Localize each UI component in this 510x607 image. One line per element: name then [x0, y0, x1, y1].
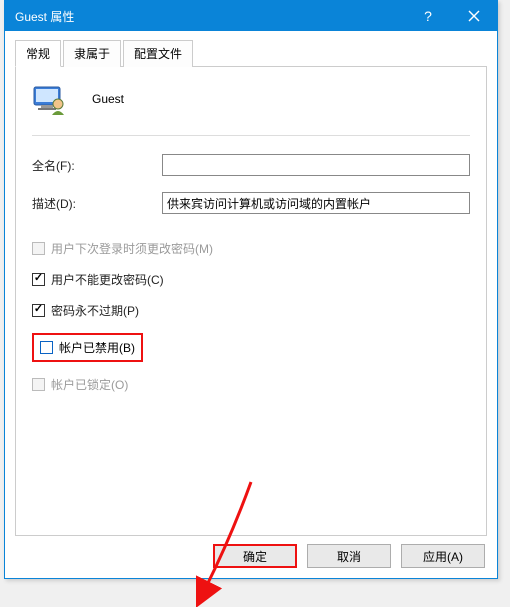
apply-button[interactable]: 应用(A) [401, 544, 485, 568]
dialog-buttons: 确定 取消 应用(A) [15, 544, 487, 568]
username-label: Guest [92, 92, 124, 106]
check-label: 用户不能更改密码(C) [51, 271, 164, 288]
checkbox-icon [32, 242, 45, 255]
checkbox-icon [32, 273, 45, 286]
identity-row: Guest [32, 81, 470, 117]
close-icon [468, 10, 480, 22]
tabstrip: 常规 隶属于 配置文件 [15, 39, 487, 66]
checkbox-icon [32, 304, 45, 317]
client-area: 常规 隶属于 配置文件 Guest [5, 31, 497, 578]
tab-general[interactable]: 常规 [15, 40, 61, 67]
check-label: 帐户已禁用(B) [59, 339, 135, 356]
description-label: 描述(D): [32, 195, 162, 212]
check-label: 用户下次登录时须更改密码(M) [51, 240, 213, 257]
properties-dialog: Guest 属性 ? 常规 隶属于 配置文件 [4, 0, 498, 579]
ok-button[interactable]: 确定 [213, 544, 297, 568]
checkbox-group: 用户下次登录时须更改密码(M) 用户不能更改密码(C) 密码永不过期(P) 帐户… [32, 240, 470, 393]
check-password-never-expires[interactable]: 密码永不过期(P) [32, 302, 470, 319]
close-button[interactable] [451, 1, 497, 31]
highlight-account-disabled: 帐户已禁用(B) [32, 333, 143, 362]
check-account-locked: 帐户已锁定(O) [32, 376, 470, 393]
checkbox-icon[interactable] [40, 341, 53, 354]
titlebar-buttons: ? [405, 1, 497, 31]
tab-profiles[interactable]: 配置文件 [123, 40, 193, 67]
cancel-button[interactable]: 取消 [307, 544, 391, 568]
fullname-input[interactable] [162, 154, 470, 176]
arrow-annotation [196, 477, 276, 607]
tabpanel-general: Guest 全名(F): 描述(D): 用户下次登录时须更改密码(M) 用户不能… [15, 66, 487, 536]
fullname-label: 全名(F): [32, 157, 162, 174]
titlebar[interactable]: Guest 属性 ? [5, 1, 497, 31]
window-title: Guest 属性 [15, 8, 405, 25]
description-row: 描述(D): [32, 192, 470, 214]
user-icon [32, 81, 68, 117]
checkbox-icon [32, 378, 45, 391]
check-cannot-change-password[interactable]: 用户不能更改密码(C) [32, 271, 470, 288]
description-input[interactable] [162, 192, 470, 214]
help-button[interactable]: ? [405, 1, 451, 31]
check-must-change-password: 用户下次登录时须更改密码(M) [32, 240, 470, 257]
tab-memberof[interactable]: 隶属于 [63, 40, 121, 67]
check-label: 帐户已锁定(O) [51, 376, 128, 393]
check-label: 密码永不过期(P) [51, 302, 139, 319]
fullname-row: 全名(F): [32, 154, 470, 176]
separator [32, 135, 470, 136]
